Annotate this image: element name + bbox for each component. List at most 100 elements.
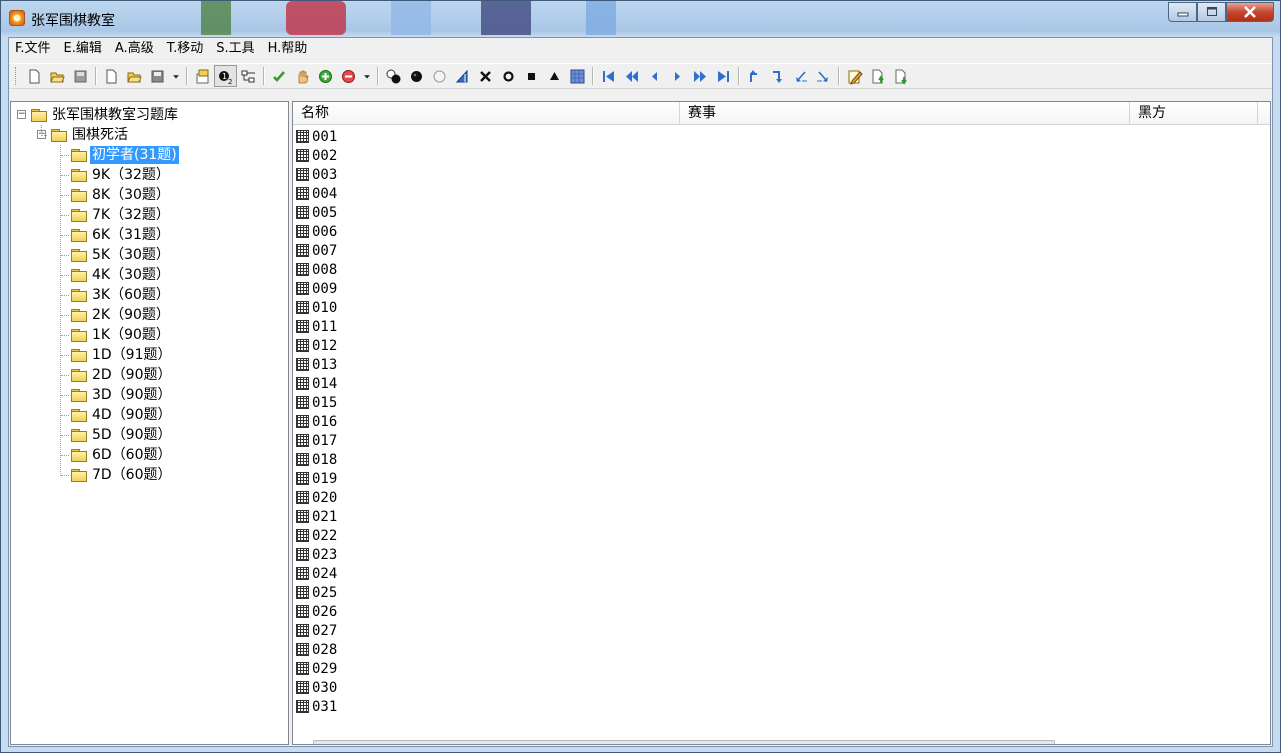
menu-edit[interactable]: E.编辑 — [58, 38, 109, 60]
list-row[interactable]: 003 — [296, 165, 337, 184]
list-row[interactable]: 013 — [296, 355, 337, 374]
fast-back-button[interactable] — [620, 65, 643, 87]
export-down-button[interactable] — [889, 65, 912, 87]
remove-button[interactable] — [337, 65, 360, 87]
collapse-toggle-icon[interactable]: − — [17, 110, 26, 119]
properties-button[interactable] — [191, 65, 214, 87]
list-row[interactable]: 015 — [296, 393, 337, 412]
shade-button[interactable] — [566, 65, 589, 87]
tree-item[interactable]: 5D（90题） — [71, 425, 174, 445]
tree-item[interactable]: 6D（60题） — [71, 445, 174, 465]
export-up-button[interactable] — [866, 65, 889, 87]
list-row[interactable]: 004 — [296, 184, 337, 203]
triangle-mark-button[interactable] — [543, 65, 566, 87]
list-row[interactable]: 029 — [296, 659, 337, 678]
list-row[interactable]: 008 — [296, 260, 337, 279]
column-event[interactable]: 赛事 — [680, 102, 1130, 124]
edit-comment-button[interactable] — [843, 65, 866, 87]
branch-down-button[interactable] — [766, 65, 789, 87]
square-mark-button[interactable] — [520, 65, 543, 87]
horizontal-scrollbar[interactable] — [313, 740, 1055, 744]
tree-item[interactable]: 3K（60题） — [71, 285, 172, 305]
tree-item[interactable]: 4D（90题） — [71, 405, 174, 425]
list-row[interactable]: 017 — [296, 431, 337, 450]
alternate-stones-button[interactable] — [382, 65, 405, 87]
list-row[interactable]: 018 — [296, 450, 337, 469]
tree-item[interactable]: 9K（32题） — [71, 165, 172, 185]
list-row[interactable]: 025 — [296, 583, 337, 602]
minimize-button[interactable] — [1168, 2, 1197, 22]
branch-left-button[interactable] — [789, 65, 812, 87]
tree-item[interactable]: 1K（90题） — [71, 325, 172, 345]
tree-item[interactable]: 2K（90题） — [71, 305, 172, 325]
list-row[interactable]: 019 — [296, 469, 337, 488]
hand-button[interactable] — [291, 65, 314, 87]
tree-item[interactable]: 2D（90题） — [71, 365, 174, 385]
close-button[interactable] — [1226, 2, 1274, 22]
tree-item[interactable]: 7D（60题） — [71, 465, 174, 485]
list-row[interactable]: 020 — [296, 488, 337, 507]
list-row[interactable]: 009 — [296, 279, 337, 298]
tree-item[interactable]: 7K（32题） — [71, 205, 172, 225]
list-row[interactable]: 022 — [296, 526, 337, 545]
black-stone-button[interactable] — [405, 65, 428, 87]
tree-item[interactable]: 初学者(31题) — [71, 145, 180, 165]
cross-mark-button[interactable] — [474, 65, 497, 87]
save-disabled-button[interactable] — [69, 65, 92, 87]
list-row[interactable]: 001 — [296, 127, 337, 146]
new-file-button[interactable] — [100, 65, 123, 87]
list-row[interactable]: 007 — [296, 241, 337, 260]
open-folder-button[interactable] — [123, 65, 146, 87]
list-row[interactable]: 006 — [296, 222, 337, 241]
list-row[interactable]: 027 — [296, 621, 337, 640]
new-file-button[interactable] — [23, 65, 46, 87]
back-button[interactable] — [643, 65, 666, 87]
list-row[interactable]: 012 — [296, 336, 337, 355]
list-row[interactable]: 026 — [296, 602, 337, 621]
list-row[interactable]: 005 — [296, 203, 337, 222]
dropdown-arrow-button[interactable] — [360, 65, 374, 87]
tree-item[interactable]: 1D（91题） — [71, 345, 174, 365]
list-row[interactable]: 014 — [296, 374, 337, 393]
tree-item[interactable]: 8K（30题） — [71, 185, 172, 205]
checkmark-button[interactable] — [268, 65, 291, 87]
white-stone-button[interactable] — [428, 65, 451, 87]
dropdown-arrow-button[interactable] — [169, 65, 183, 87]
list-row[interactable]: 024 — [296, 564, 337, 583]
tree-group[interactable]: − 围棋死活 — [37, 125, 130, 145]
first-move-button[interactable] — [597, 65, 620, 87]
toolbar-grip[interactable] — [15, 67, 19, 85]
tree-item[interactable]: 4K（30题） — [71, 265, 172, 285]
tree-root[interactable]: − 张军围棋教室习题库 — [17, 105, 180, 125]
triangle-flag-button[interactable] — [451, 65, 474, 87]
menu-advanced[interactable]: A.高级 — [109, 38, 161, 60]
list-row[interactable]: 016 — [296, 412, 337, 431]
list-row[interactable]: 030 — [296, 678, 337, 697]
last-move-button[interactable] — [712, 65, 735, 87]
list-row[interactable]: 028 — [296, 640, 337, 659]
menu-file[interactable]: F.文件 — [9, 38, 58, 60]
tree-item[interactable]: 6K（31题） — [71, 225, 172, 245]
add-button[interactable] — [314, 65, 337, 87]
list-row[interactable]: 031 — [296, 697, 337, 716]
problem-tree[interactable]: − 张军围棋教室习题库 − 围棋死活 初学者(31题) 9K（32题） 8K（30题） 7K（… — [10, 101, 289, 745]
branch-up-button[interactable] — [743, 65, 766, 87]
column-black[interactable]: 黑方 — [1130, 102, 1258, 124]
fast-forward-button[interactable] — [689, 65, 712, 87]
save-button[interactable] — [146, 65, 169, 87]
menu-help[interactable]: H.帮助 — [262, 38, 315, 60]
list-row[interactable]: 011 — [296, 317, 337, 336]
tree-view-button[interactable] — [237, 65, 260, 87]
list-row[interactable]: 002 — [296, 146, 337, 165]
move-number-button[interactable]: 12 — [214, 65, 237, 87]
branch-right-button[interactable] — [812, 65, 835, 87]
list-row[interactable]: 010 — [296, 298, 337, 317]
forward-button[interactable] — [666, 65, 689, 87]
maximize-button[interactable] — [1197, 2, 1226, 22]
menu-move[interactable]: T.移动 — [161, 38, 211, 60]
tree-item[interactable]: 5K（30题） — [71, 245, 172, 265]
problem-list[interactable]: 名称 赛事 黑方 001 002 003 004 005 006 007 008 009 010 0… — [292, 101, 1271, 745]
tree-item[interactable]: 3D（90题） — [71, 385, 174, 405]
list-row[interactable]: 023 — [296, 545, 337, 564]
title-bar[interactable]: 张军围棋教室 — [1, 1, 1280, 37]
